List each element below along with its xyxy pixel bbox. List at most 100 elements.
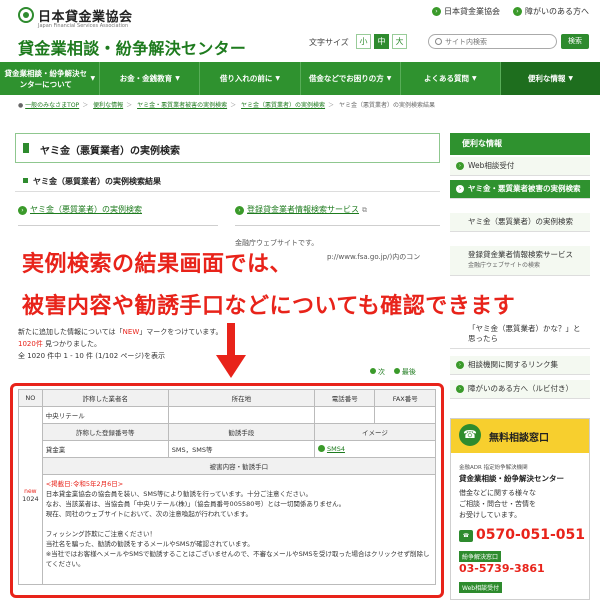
- consult-phone-main[interactable]: ☎ 0570-051-051: [459, 527, 585, 543]
- toplink-association[interactable]: › 日本貸金業協会: [432, 6, 500, 17]
- image-link-sms4[interactable]: SMS4: [317, 445, 345, 453]
- nav-item-label: お金・金銭教育: [119, 74, 173, 83]
- toplink-accessibility-label: 障がいのある方へ: [525, 7, 589, 16]
- sidebar-item-lender-search[interactable]: 登録貸金業者情報検索サービス 金融庁ウェブサイトの検索: [450, 246, 590, 276]
- table-row: 貸金業 SMS，SMS等 SMS4: [19, 440, 437, 458]
- detail-line: 当社名を騙った、勧誘の勧誘をするメールやSMSが確認されています。: [45, 540, 254, 548]
- result-range: 全 1020 件中 1 - 10 件 (1/102 ページ)を表示: [18, 352, 165, 360]
- nav-item-label: 借り入れの前に: [219, 74, 273, 83]
- pager-next[interactable]: 次: [370, 368, 385, 376]
- sidebar-item-web-consult[interactable]: › Web相談受付: [450, 157, 590, 176]
- breadcrumb-separator: ＞: [82, 102, 89, 109]
- result-table-frame: NO 詐称した業者名 所在地 電話番号 FAX番号 new 1024 中央リテー…: [10, 383, 444, 598]
- nav-item-education[interactable]: お金・金銭教育 ▼: [100, 62, 201, 95]
- breadcrumb-useful-info[interactable]: 便利な情報: [93, 102, 123, 109]
- sidebar-item-links[interactable]: › 相談機関に関するリンク集: [450, 356, 590, 375]
- col-fax: FAX番号: [374, 389, 436, 407]
- breadcrumb-separator: ＞: [126, 102, 133, 109]
- pager-next-label: 次: [378, 368, 385, 376]
- section-title-text: ヤミ金（悪質業者）の実例検索結果: [33, 177, 161, 186]
- method: SMS，SMS等: [167, 440, 315, 458]
- font-size-medium-button[interactable]: 中: [374, 34, 389, 49]
- font-size-small-button[interactable]: 小: [356, 34, 371, 49]
- col-company: 詐称した業者名: [41, 389, 169, 407]
- nav-item-about[interactable]: 貸金業相談・紛争解決センターについて ▼: [0, 62, 101, 95]
- sidebar-item-label: 相談機関に関するリンク集: [468, 360, 558, 369]
- dispute-tag: 紛争解決窓口: [459, 551, 502, 562]
- home-icon: ●: [18, 102, 24, 109]
- link-yamikin-search[interactable]: › ヤミ金（悪質業者）の実例検索: [18, 204, 218, 226]
- consult-phone-sub[interactable]: 03-5739-3861: [459, 562, 545, 575]
- title-bar-marker: [23, 143, 29, 153]
- nav-item-faq[interactable]: よくある質問 ▼: [401, 62, 501, 95]
- detail-spacer: [46, 519, 432, 529]
- arrow-circle-icon: [370, 368, 376, 374]
- toplink-association-label: 日本貸金業協会: [444, 7, 500, 16]
- detail-line: ※当社ではお客様へメールやSMSで勧誘することはございませんので、不審なメールや…: [45, 550, 430, 568]
- arrow-circle-icon: ›: [432, 7, 441, 16]
- overlay-line-1: 実例検索の結果画面では、: [22, 252, 293, 277]
- search-icon: [435, 38, 442, 45]
- search-box: [428, 34, 557, 49]
- section-square-icon: [23, 178, 28, 183]
- sidebar-item-suspicious[interactable]: 「ヤミ金（悪質業者）かな？」と思ったら: [450, 320, 590, 349]
- association-logo-icon[interactable]: [18, 7, 34, 23]
- company-name: 中央リテール: [41, 406, 169, 424]
- search-button[interactable]: 検索: [561, 34, 589, 49]
- nav-item-label: 貸金業相談・紛争解決センターについて: [4, 68, 88, 89]
- consult-phone-main-number: 0570-051-051: [476, 527, 586, 543]
- note-fsa-url: p://www.fsa.go.jp/)内のコン: [327, 253, 421, 261]
- row-number-cell: new 1024: [18, 406, 43, 585]
- detail-date: <掲載日:令和5年2月6日>: [45, 480, 124, 488]
- arrow-circle-icon: ›: [456, 361, 464, 369]
- image-cell: SMS4: [313, 440, 437, 458]
- col-phone: 電話番号: [313, 389, 376, 407]
- breadcrumb-yamikin-search[interactable]: ヤミ金（悪質業者）の実例検索: [241, 102, 325, 109]
- result-count-number: 1020件: [18, 340, 43, 348]
- sidebar-item-label: Web相談受付: [468, 161, 515, 170]
- link-registered-lender-search[interactable]: › 登録貸金業者情報検索サービス ⧉: [235, 204, 440, 226]
- center-name[interactable]: 貸金業相談・紛争解決センター: [18, 35, 246, 59]
- new-mark-note: 新たに追加した情報については「NEW」マークをつけています。: [18, 327, 223, 337]
- chevron-down-icon: ▼: [90, 75, 96, 82]
- nav-item-debt-trouble[interactable]: 借金などでお困りの方 ▼: [301, 62, 401, 95]
- font-size-large-button[interactable]: 大: [392, 34, 407, 49]
- link-yamikin-search-label: ヤミ金（悪質業者）の実例検索: [30, 205, 142, 214]
- search-input[interactable]: [445, 36, 553, 47]
- nav-item-useful-info[interactable]: 便利な情報 ▼: [500, 62, 600, 95]
- section-divider: [15, 191, 440, 192]
- detail-line: フィッシング詐欺にご注意ください！: [45, 530, 156, 538]
- arrow-circle-icon: ›: [456, 385, 464, 393]
- nav-item-before-borrowing[interactable]: 借り入れの前に ▼: [200, 62, 301, 95]
- phone-cell: [313, 406, 376, 424]
- overlay-line-2: 被害内容や勧誘手口などについても確認できます: [22, 294, 516, 319]
- row-number: 1024: [22, 495, 39, 503]
- sidebar-item-yamikin-search[interactable]: ヤミ金（悪質業者）の実例検索: [450, 213, 590, 232]
- nav-item-label: 借金などでお困りの方: [308, 74, 384, 83]
- table-header-row: 被害内容・勧誘手口: [19, 457, 437, 475]
- reg-number: 貸金業: [41, 440, 169, 458]
- col-reg-number: 詐称した登録番号等: [41, 423, 169, 441]
- sidebar-item-accessibility[interactable]: › 障がいのある方へ（ルビ付き）: [450, 380, 590, 399]
- table-header-row: 詐称した登録番号等 勧誘手段 イメージ: [19, 423, 437, 441]
- toplink-accessibility[interactable]: › 障がいのある方へ: [513, 6, 589, 17]
- new-note-badge: NEW: [122, 328, 140, 336]
- new-badge: new: [24, 488, 37, 495]
- breadcrumb-home[interactable]: 一般のみなさまTOP: [25, 102, 79, 109]
- breadcrumb-separator: ＞: [230, 102, 237, 109]
- sidebar-item-case-search[interactable]: › ヤミ金・悪質業者被害の実例検索: [450, 180, 590, 199]
- page-title-box: ヤミ金（悪質業者）の実例検索: [15, 133, 440, 163]
- breadcrumb-case-search[interactable]: ヤミ金・悪質業者被害の実例検索: [137, 102, 227, 109]
- image-link-label: SMS4: [326, 445, 345, 453]
- consult-header: ☎ 無料相談窓口: [451, 419, 589, 453]
- sidebar-item-label: 障がいのある方へ（ルビ付き）: [468, 384, 573, 393]
- pager-last-label: 最後: [401, 368, 416, 376]
- detail-line: 日本貸金業協会の協会員を装い、SMS等により勧誘を行っています。十分ご注意くださ…: [45, 490, 312, 498]
- arrow-circle-icon: ›: [456, 185, 464, 193]
- result-table: NO 詐称した業者名 所在地 電話番号 FAX番号 new 1024 中央リテー…: [18, 389, 437, 585]
- pager-last[interactable]: 最後: [393, 368, 416, 376]
- fax-cell: [374, 406, 436, 424]
- new-note-pre: 新たに追加した情報については「: [18, 328, 123, 336]
- web-consult-tag[interactable]: Web相談受付: [459, 582, 503, 593]
- phone-icon: ☎: [459, 424, 481, 446]
